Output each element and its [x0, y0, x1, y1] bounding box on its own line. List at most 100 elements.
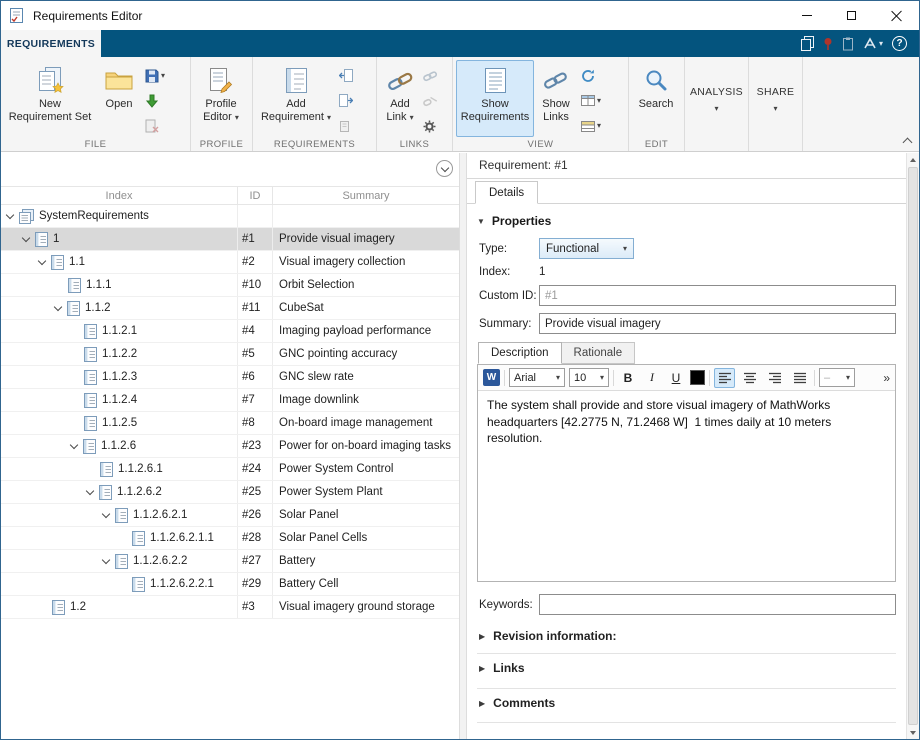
tree-row[interactable]: 1.1.2.1#4Imaging payload performance	[1, 320, 459, 343]
align-right-button[interactable]	[764, 368, 785, 388]
demote-requirement-button[interactable]	[336, 90, 356, 111]
tree-row[interactable]: 1.1.2.6.2.2.1#29Battery Cell	[1, 573, 459, 596]
tree-row[interactable]: 1.1.2.4#7Image downlink	[1, 389, 459, 412]
search-button[interactable]: Search	[632, 60, 680, 137]
underline-button[interactable]: U	[666, 368, 686, 388]
custom-id-input[interactable]	[539, 285, 896, 306]
collapse-chevron-icon[interactable]	[54, 303, 62, 311]
minimize-button[interactable]	[784, 1, 829, 30]
tree-row[interactable]: SystemRequirements	[1, 205, 459, 228]
analysis-menu-button[interactable]: ANALYSIS ▾	[685, 57, 749, 151]
new-requirement-set-button[interactable]: New Requirement Set	[4, 60, 96, 137]
tree-row[interactable]: 1.1.2.6.2.1.1#28Solar Panel Cells	[1, 527, 459, 550]
tree-row[interactable]: 1.1.2.6.1#24Power System Control	[1, 458, 459, 481]
close-button[interactable]	[874, 1, 919, 30]
type-dropdown[interactable]: Functional ▾	[539, 238, 634, 259]
summary-label: Summary:	[479, 318, 539, 330]
tree-row[interactable]: 1.1.2.6.2#25Power System Plant	[1, 481, 459, 504]
align-center-button[interactable]	[739, 368, 760, 388]
collapse-chevron-icon[interactable]	[38, 257, 46, 265]
properties-section-header[interactable]: ▼ Properties	[477, 208, 896, 234]
filter-button[interactable]: ▾	[578, 116, 604, 137]
collapse-toolstrip-button[interactable]	[904, 139, 911, 146]
tree-id-cell: #29	[238, 573, 273, 595]
save-button[interactable]: ▾	[142, 65, 168, 86]
tab-requirements[interactable]: REQUIREMENTS	[1, 30, 101, 57]
tree-row[interactable]: 1.1.2.6.2.1#26Solar Panel	[1, 504, 459, 527]
scrollbar-thumb[interactable]	[908, 167, 918, 725]
list-style-dropdown[interactable]: – ▾	[819, 368, 855, 387]
share-menu-button[interactable]: SHARE ▾	[749, 57, 803, 151]
tree-row[interactable]: 1.1.2.6#23Power for on-board imaging tas…	[1, 435, 459, 458]
tab-rationale[interactable]: Rationale	[562, 342, 636, 364]
tab-description[interactable]: Description	[478, 342, 562, 364]
tab-details[interactable]: Details	[475, 181, 538, 204]
scroll-down-button[interactable]	[907, 726, 919, 739]
collapse-chevron-icon[interactable]	[70, 441, 78, 449]
bold-button[interactable]: B	[618, 368, 638, 388]
copy-link-button[interactable]	[420, 65, 440, 86]
panel-splitter[interactable]	[459, 153, 467, 739]
toolbar-overflow-button[interactable]: »	[883, 371, 890, 385]
refresh-button[interactable]	[578, 65, 604, 86]
toolbar-section-requirements: Add Requirement ▾ REQUIREMENTS	[253, 57, 377, 151]
font-size-dropdown[interactable]: 10 ▾	[569, 368, 609, 387]
tree-row[interactable]: 1.1.2.5#8On-board image management	[1, 412, 459, 435]
tree-row[interactable]: 1#1Provide visual imagery	[1, 228, 459, 251]
promote-requirement-button[interactable]	[336, 65, 356, 86]
tree-row[interactable]: 1.1.1#10Orbit Selection	[1, 274, 459, 297]
layout-options-icon[interactable]: ▾	[863, 37, 883, 50]
profile-editor-button[interactable]: Profile Editor ▾	[194, 60, 248, 137]
add-link-button[interactable]: Add Link ▾	[380, 60, 420, 137]
font-color-swatch[interactable]	[690, 370, 705, 385]
column-header-id[interactable]: ID	[238, 187, 273, 204]
comments-section-header[interactable]: ▶ Comments	[477, 688, 896, 717]
collapse-chevron-icon[interactable]	[6, 211, 14, 219]
collapse-chevron-icon[interactable]	[22, 234, 30, 242]
align-left-button[interactable]	[714, 368, 735, 388]
paste-link-button[interactable]	[420, 90, 440, 111]
italic-button[interactable]: I	[642, 368, 662, 388]
summary-input[interactable]	[539, 313, 896, 334]
export-button[interactable]	[142, 116, 168, 137]
tree-id-cell: #8	[238, 412, 273, 434]
word-export-icon[interactable]: W	[483, 369, 500, 386]
links-section-header[interactable]: ▶ Links	[477, 653, 896, 682]
align-justify-button[interactable]	[789, 368, 810, 388]
delete-requirement-button[interactable]	[336, 116, 356, 137]
columns-button[interactable]: ▾	[578, 90, 604, 111]
tree-row[interactable]: 1.1.2.2#5GNC pointing accuracy	[1, 343, 459, 366]
link-settings-button[interactable]	[420, 116, 440, 137]
paste-view-icon[interactable]	[842, 37, 854, 51]
show-requirements-button[interactable]: Show Requirements	[456, 60, 534, 137]
column-header-summary[interactable]: Summary	[273, 187, 459, 204]
show-links-button[interactable]: Show Links	[534, 60, 578, 137]
collapse-chevron-icon[interactable]	[86, 487, 94, 495]
tree-row[interactable]: 1.1.2.6.2.2#27Battery	[1, 550, 459, 573]
revision-information-section-header[interactable]: ▶ Revision information:	[477, 625, 896, 647]
scroll-up-button[interactable]	[907, 153, 919, 166]
font-family-dropdown[interactable]: Arial ▾	[509, 368, 565, 387]
add-requirement-button[interactable]: Add Requirement ▾	[256, 60, 336, 137]
collapse-panel-button[interactable]	[436, 160, 453, 177]
tree-row[interactable]: 1.1.2#11CubeSat	[1, 297, 459, 320]
add-link-icon	[387, 65, 414, 95]
pin-icon[interactable]	[823, 37, 833, 51]
column-header-index[interactable]: Index	[1, 187, 238, 204]
description-text[interactable]: The system shall provide and store visua…	[478, 391, 895, 581]
columns-caret-icon: ▾	[597, 97, 601, 105]
tree-summary-cell	[273, 205, 459, 227]
filter-caret-icon: ▾	[597, 122, 601, 130]
tree-row[interactable]: 1.1#2Visual imagery collection	[1, 251, 459, 274]
import-button[interactable]	[142, 90, 168, 111]
details-scrollbar[interactable]	[906, 153, 919, 739]
open-button[interactable]: Open	[96, 60, 142, 137]
tree-row[interactable]: 1.2#3Visual imagery ground storage	[1, 596, 459, 619]
keywords-input[interactable]	[539, 594, 896, 615]
maximize-button[interactable]	[829, 1, 874, 30]
collapse-chevron-icon[interactable]	[102, 556, 110, 564]
copy-view-icon[interactable]	[801, 36, 814, 51]
help-icon[interactable]: ?	[892, 36, 907, 51]
collapse-chevron-icon[interactable]	[102, 510, 110, 518]
tree-row[interactable]: 1.1.2.3#6GNC slew rate	[1, 366, 459, 389]
